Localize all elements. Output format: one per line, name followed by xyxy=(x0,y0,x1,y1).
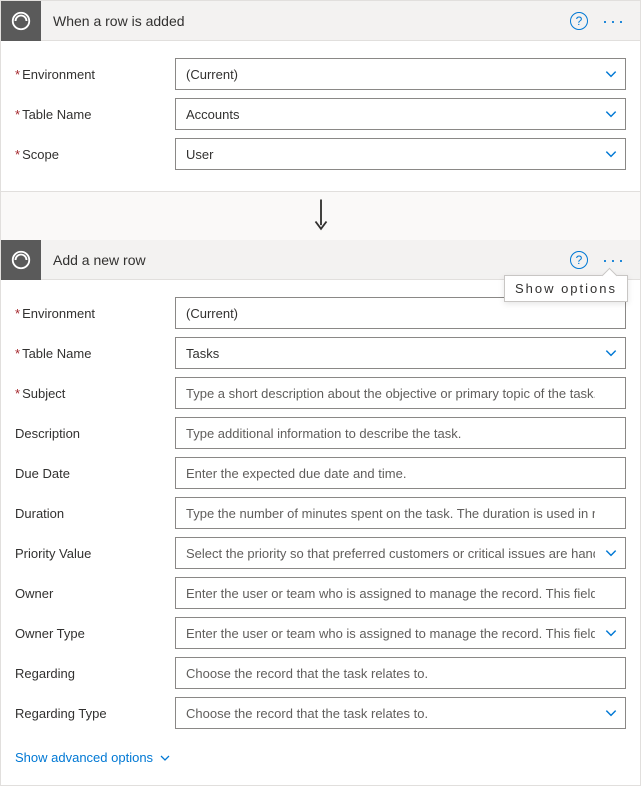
flow-arrow xyxy=(0,192,641,240)
environment-select[interactable] xyxy=(175,297,626,329)
owner-label: Owner xyxy=(15,586,175,601)
table-name-label: Table Name xyxy=(15,107,175,122)
scope-select[interactable] xyxy=(175,138,626,170)
subject-input[interactable] xyxy=(175,377,626,409)
more-icon[interactable]: ··· Show options xyxy=(602,251,626,269)
regarding-type-select[interactable] xyxy=(175,697,626,729)
owner-type-label: Owner Type xyxy=(15,626,175,641)
action-header[interactable]: Add a new row ? ··· Show options xyxy=(1,240,640,280)
scope-label: Scope xyxy=(15,147,175,162)
description-label: Description xyxy=(15,426,175,441)
environment-label: Environment xyxy=(15,306,175,321)
help-icon[interactable]: ? xyxy=(570,251,588,269)
owner-input[interactable] xyxy=(175,577,626,609)
subject-label: Subject xyxy=(15,386,175,401)
more-icon[interactable]: ··· xyxy=(602,12,626,30)
table-name-label: Table Name xyxy=(15,346,175,361)
trigger-body: Environment Table Name Scope xyxy=(1,41,640,191)
dataverse-icon xyxy=(1,240,41,280)
help-icon[interactable]: ? xyxy=(570,12,588,30)
environment-label: Environment xyxy=(15,67,175,82)
trigger-title: When a row is added xyxy=(41,13,570,29)
regarding-input[interactable] xyxy=(175,657,626,689)
regarding-label: Regarding xyxy=(15,666,175,681)
due-date-label: Due Date xyxy=(15,466,175,481)
table-name-select[interactable] xyxy=(175,337,626,369)
owner-type-select[interactable] xyxy=(175,617,626,649)
priority-label: Priority Value xyxy=(15,546,175,561)
duration-input[interactable] xyxy=(175,497,626,529)
trigger-card: When a row is added ? ··· Environment Ta… xyxy=(0,0,641,192)
show-options-tooltip: Show options xyxy=(504,275,628,302)
table-name-select[interactable] xyxy=(175,98,626,130)
regarding-type-label: Regarding Type xyxy=(15,706,175,721)
description-input[interactable] xyxy=(175,417,626,449)
action-title: Add a new row xyxy=(41,252,570,268)
action-body: Environment Table Name Subject Descripti… xyxy=(1,280,640,785)
show-advanced-options[interactable]: Show advanced options xyxy=(15,736,171,771)
trigger-header[interactable]: When a row is added ? ··· xyxy=(1,1,640,41)
due-date-input[interactable] xyxy=(175,457,626,489)
duration-label: Duration xyxy=(15,506,175,521)
priority-select[interactable] xyxy=(175,537,626,569)
dataverse-icon xyxy=(1,1,41,41)
environment-select[interactable] xyxy=(175,58,626,90)
action-card: Add a new row ? ··· Show options Environ… xyxy=(0,240,641,786)
